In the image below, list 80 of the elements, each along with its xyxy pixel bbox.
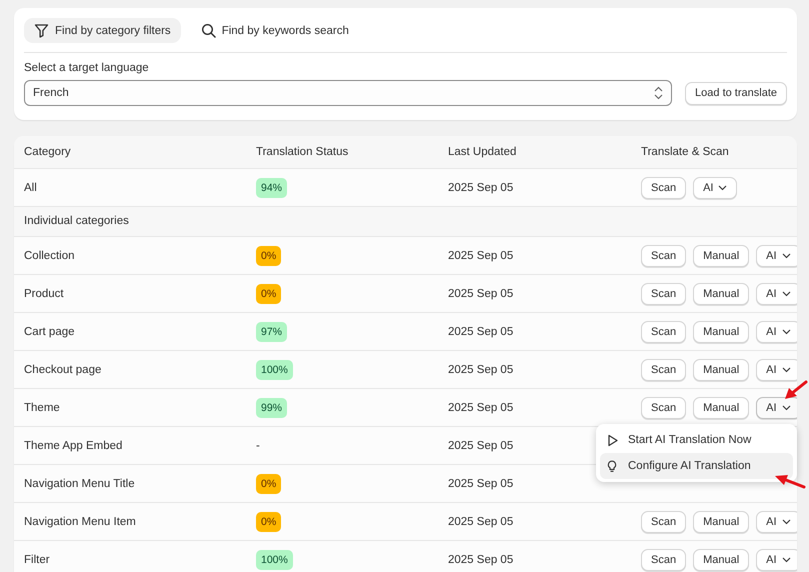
chevron-down-icon [782, 252, 791, 258]
action-button[interactable]: Manual [693, 358, 750, 380]
annotation-arrow [782, 380, 808, 402]
load-button[interactable]: Load to translate [685, 82, 787, 104]
action-button[interactable]: Manual [693, 244, 750, 266]
action-button[interactable]: Manual [693, 510, 750, 532]
menu-item[interactable]: Start AI Translation Now [600, 427, 793, 453]
action-button[interactable]: Scan [641, 510, 686, 532]
chevron-down-icon [782, 404, 791, 410]
column-header: Last Updated [447, 146, 518, 158]
chevron-down-icon [782, 366, 791, 372]
search-mode-tab[interactable]: Find by keywords search [190, 18, 359, 43]
category-cell: Navigation Menu Title [24, 478, 135, 490]
action-button[interactable]: Scan [641, 320, 686, 342]
date-cell: 2025 Sep 05 [448, 402, 514, 414]
category-cell: Checkout page [24, 364, 102, 376]
action-button[interactable]: Scan [641, 396, 686, 418]
status-badge: 99% [256, 398, 288, 418]
action-button[interactable]: Manual [693, 548, 750, 570]
chevron-down-icon [782, 290, 791, 296]
action-button[interactable]: Manual [693, 320, 750, 342]
category-cell: Theme App Embed [24, 440, 122, 452]
category-cell: All [24, 182, 37, 194]
date-cell: 2025 Sep 05 [448, 440, 514, 452]
search-mode-tab[interactable]: Find by category filters [24, 18, 181, 43]
action-button[interactable]: Scan [641, 548, 686, 570]
date-cell: 2025 Sep 05 [448, 364, 514, 376]
filter-icon [34, 23, 49, 38]
action-button[interactable]: Manual [693, 396, 750, 418]
action-button[interactable]: Scan [641, 176, 686, 198]
action-button[interactable]: Scan [641, 282, 686, 304]
ai-dropdown-button[interactable]: AI [756, 510, 797, 532]
date-cell: 2025 Sep 05 [448, 288, 514, 300]
play-icon [607, 434, 618, 446]
action-button[interactable]: Scan [641, 358, 686, 380]
chevron-down-icon [718, 184, 728, 190]
status-badge: 97% [256, 322, 288, 342]
section-heading: Individual categories [24, 215, 129, 227]
chevron-down-icon [782, 556, 791, 562]
chevron-down-icon [782, 518, 791, 524]
menu-item[interactable]: Configure AI Translation [600, 453, 793, 479]
ai-dropdown-button[interactable]: AI [756, 244, 797, 266]
date-cell: 2025 Sep 05 [448, 554, 514, 566]
date-cell: 2025 Sep 05 [448, 182, 514, 194]
field-label: Select a target language [24, 62, 150, 74]
annotation-arrow [774, 473, 806, 489]
date-cell: 2025 Sep 05 [448, 326, 514, 338]
lightbulb-icon [607, 460, 618, 472]
category-cell: Collection [24, 250, 74, 262]
ai-dropdown-button[interactable]: AI [756, 320, 797, 342]
action-button[interactable]: Scan [641, 244, 686, 266]
category-cell: Product [24, 288, 64, 300]
status-badge: 0% [256, 246, 282, 266]
status-badge: 100% [256, 550, 293, 570]
date-cell: 2025 Sep 05 [448, 250, 514, 262]
ai-dropdown-button[interactable]: AI [756, 282, 797, 304]
status-badge: 94% [256, 178, 288, 198]
ai-dropdown-button[interactable]: AI [756, 358, 797, 380]
search-icon [200, 23, 216, 38]
category-cell: Navigation Menu Item [24, 516, 136, 528]
date-cell: 2025 Sep 05 [448, 478, 514, 490]
category-cell: Filter [24, 554, 50, 566]
date-cell: 2025 Sep 05 [448, 516, 514, 528]
status-badge: 0% [256, 512, 282, 532]
category-cell: Theme [24, 402, 60, 414]
chevron-updown-icon [654, 86, 664, 100]
status-badge: 0% [256, 284, 282, 304]
language-select[interactable]: French [24, 80, 672, 106]
status-badge: 0% [256, 474, 282, 494]
column-header: Category [23, 146, 72, 158]
column-header: Translation Status [255, 146, 350, 158]
action-button[interactable]: Manual [693, 282, 750, 304]
ai-dropdown-button[interactable]: AI [756, 396, 797, 418]
chevron-down-icon [782, 328, 791, 334]
column-header: Translate & Scan [640, 146, 730, 158]
category-cell: Cart page [24, 326, 75, 338]
ai-dropdown-button[interactable]: AI [693, 176, 738, 198]
ai-dropdown-button[interactable]: AI [756, 548, 797, 570]
status-text: - [256, 440, 260, 452]
status-badge: 100% [256, 360, 293, 380]
